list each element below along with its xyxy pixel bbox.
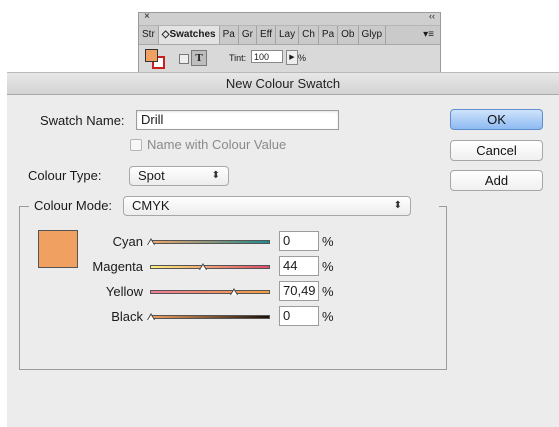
text-format-icon[interactable]: T [191, 50, 207, 66]
tab-paragraph[interactable]: Pa [319, 26, 339, 44]
colour-type-value: Spot [138, 168, 165, 183]
panel-close-icon[interactable]: × [144, 11, 150, 22]
panel-collapse-icon[interactable]: ‹‹ [429, 11, 435, 21]
magenta-percent: % [322, 259, 334, 274]
dialog-title: New Colour Swatch [7, 73, 559, 95]
tab-effects[interactable]: Eff [257, 26, 276, 44]
panel-tab-strip: Str ◇Swatches Pa Gr Eff Lay Ch Pa Ob Gly… [139, 26, 440, 45]
cyan-value-input[interactable]: 0 [279, 231, 319, 251]
colour-mode-label: Colour Mode: [34, 198, 113, 213]
cyan-slider[interactable] [147, 238, 270, 245]
add-button[interactable]: Add [450, 170, 543, 191]
tab-object-styles[interactable]: Ob [338, 26, 359, 44]
black-percent: % [322, 309, 334, 324]
magenta-label: Magenta [92, 259, 143, 274]
colour-mode-value: CMYK [132, 198, 170, 213]
black-slider[interactable] [147, 313, 270, 320]
colour-mode-arrow-icon: ⬍ [393, 200, 402, 211]
cancel-button[interactable]: Cancel [450, 140, 543, 161]
fill-swatch[interactable] [145, 49, 158, 62]
magenta-value-input[interactable]: 44 [279, 256, 319, 276]
colour-mode-select[interactable]: CMYK ⬍ [123, 196, 411, 216]
panel-menu-icon[interactable]: ▾≡ [417, 26, 440, 44]
tab-pages[interactable]: Pa [220, 26, 239, 44]
black-slider-thumb[interactable] [147, 313, 155, 320]
tint-label: Tint: [229, 53, 247, 63]
yellow-label: Yellow [105, 284, 143, 299]
yellow-percent: % [322, 284, 334, 299]
cyan-slider-thumb[interactable] [147, 238, 155, 245]
tint-slider-arrow-icon[interactable]: ▶ [286, 50, 298, 65]
ok-button[interactable]: OK [450, 109, 543, 130]
swatch-name-input[interactable]: Drill [136, 110, 339, 130]
black-label: Black [111, 309, 143, 324]
tint-input[interactable]: 100 [251, 50, 283, 63]
tab-character[interactable]: Ch [299, 26, 319, 44]
tab-stroke[interactable]: Str [139, 26, 159, 44]
container-format-icon[interactable] [179, 54, 189, 64]
swatch-controls: T Tint: 100 ▶ % [139, 45, 440, 73]
new-colour-swatch-dialog: New Colour Swatch Swatch Name: Drill Nam… [7, 72, 559, 427]
yellow-value-input[interactable]: 70,49 [279, 281, 319, 301]
fill-stroke-icon[interactable] [145, 49, 165, 69]
tab-layers[interactable]: Lay [276, 26, 300, 44]
cyan-label: Cyan [112, 234, 143, 249]
tint-unit: % [298, 53, 307, 63]
name-with-colour-value-checkbox[interactable] [130, 139, 142, 151]
black-value-input[interactable]: 0 [279, 306, 319, 326]
swatches-panel: × ‹‹ Str ◇Swatches Pa Gr Eff Lay Ch Pa O… [138, 11, 441, 74]
colour-preview-swatch [38, 230, 78, 268]
tab-swatches[interactable]: ◇Swatches [158, 26, 220, 44]
colour-type-arrow-icon: ⬍ [211, 170, 220, 181]
tab-glyphs[interactable]: Glyp [359, 26, 387, 44]
yellow-slider[interactable] [150, 288, 270, 295]
yellow-slider-thumb[interactable] [230, 288, 239, 295]
panel-header: × ‹‹ [139, 11, 440, 26]
colour-type-select[interactable]: Spot ⬍ [129, 166, 229, 186]
swatch-name-label: Swatch Name: [40, 113, 125, 128]
name-with-colour-value-label: Name with Colour Value [147, 137, 287, 152]
magenta-slider[interactable] [150, 263, 270, 270]
magenta-slider-thumb[interactable] [198, 263, 207, 270]
cyan-percent: % [322, 234, 334, 249]
tab-gradient[interactable]: Gr [239, 26, 257, 44]
colour-type-label: Colour Type: [28, 168, 102, 183]
